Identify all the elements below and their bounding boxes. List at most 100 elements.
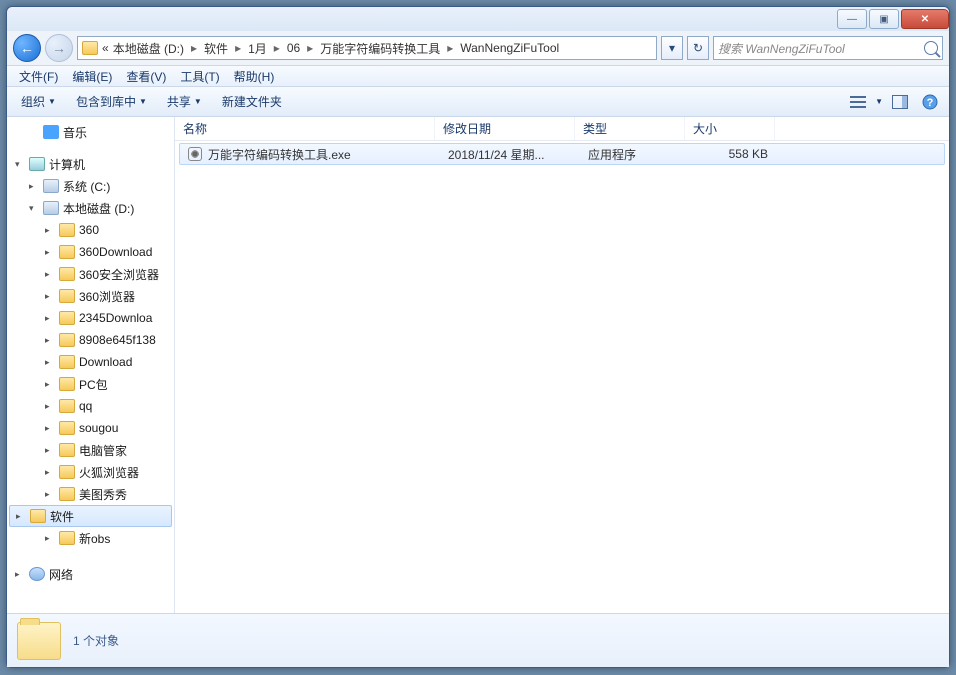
tree-item-folder[interactable]: ▸电脑管家 [7,439,174,461]
folder-icon [59,443,75,457]
tree-item-folder[interactable]: ▸sougou [7,417,174,439]
title-bar: — ▣ ✕ [7,7,949,31]
address-bar[interactable]: « 本地磁盘 (D:) ▸ 软件 ▸ 1月 ▸ 06 ▸ 万能字符编码转换工具 ▸ Wan… [77,36,657,60]
search-icon [924,41,938,55]
search-input[interactable]: 搜索 WanNengZiFuTool [713,36,943,60]
file-type-cell: 应用程序 [580,146,690,163]
exe-icon [188,147,202,161]
folder-icon [59,333,75,347]
folder-icon [59,465,75,479]
file-row[interactable]: 万能字符编码转换工具.exe 2018/11/24 星期... 应用程序 558… [179,143,945,165]
tree-item-folder[interactable]: ▸Download [7,351,174,373]
chevron-down-icon: ▼ [194,97,202,106]
breadcrumb-item[interactable]: 软件 [204,40,228,57]
tree-item-folder[interactable]: ▸2345Downloa [7,307,174,329]
menu-tools[interactable]: 工具(T) [174,66,225,87]
file-name-cell: 万能字符编码转换工具.exe [180,146,440,163]
item-count-label: 1 个对象 [73,632,119,649]
chevron-right-icon: ▸ [188,41,200,55]
back-button[interactable]: ← [13,34,41,62]
include-in-library-button[interactable]: 包含到库中▼ [68,90,155,113]
tree-item-folder[interactable]: ▸8908e645f138 [7,329,174,351]
folder-icon [82,41,98,55]
menu-view[interactable]: 查看(V) [120,66,172,87]
drive-icon [43,179,59,193]
minimize-button[interactable]: — [837,9,867,29]
folder-icon [59,267,75,281]
command-bar: 组织▼ 包含到库中▼ 共享▼ 新建文件夹 ▼ ? [7,87,949,117]
column-headers: 名称 修改日期 类型 大小 [175,117,949,141]
tree-item-folder[interactable]: ▸qq [7,395,174,417]
tree-item-folder[interactable]: ▸新obs [7,527,174,549]
tree-item-music[interactable]: 音乐 [7,121,174,143]
tree-item-folder[interactable]: ▸360Download [7,241,174,263]
explorer-window: — ▣ ✕ ← → « 本地磁盘 (D:) ▸ 软件 ▸ 1月 ▸ 06 ▸ 万能字符编… [6,6,950,668]
chevron-down-icon: ▼ [48,97,56,106]
folder-icon [59,487,75,501]
refresh-button[interactable]: ↻ [687,36,709,60]
folder-icon [59,421,75,435]
tree-item-drive-d[interactable]: ▾本地磁盘 (D:) [7,197,174,219]
folder-icon [59,245,75,259]
menu-edit[interactable]: 编辑(E) [66,66,118,87]
tree-item-network[interactable]: ▸网络 [7,563,174,585]
content-area: 音乐 ▾计算机 ▸系统 (C:) ▾本地磁盘 (D:) ▸360 ▸360Dow… [7,117,949,613]
folder-icon [59,355,75,369]
tree-item-folder[interactable]: ▸360浏览器 [7,285,174,307]
breadcrumb-item[interactable]: WanNengZiFuTool [460,41,559,55]
chevron-down-icon: ▼ [139,97,147,106]
chevron-right-icon: ▸ [444,41,456,55]
chevron-down-icon[interactable]: ▼ [875,97,883,106]
computer-icon [29,157,45,171]
menu-file[interactable]: 文件(F) [13,66,64,87]
folder-icon [59,311,75,325]
breadcrumb-item[interactable]: 本地磁盘 (D:) [113,40,184,57]
folder-icon [59,531,75,545]
folder-icon [59,223,75,237]
breadcrumb-prefix: « [102,41,109,55]
tree-item-folder-selected[interactable]: ▸软件 [9,505,172,527]
column-name[interactable]: 名称 [175,117,435,140]
new-folder-button[interactable]: 新建文件夹 [214,90,290,113]
breadcrumb-item[interactable]: 1月 [248,40,267,57]
chevron-right-icon: ▸ [232,41,244,55]
window-controls: — ▣ ✕ [835,9,949,29]
column-type[interactable]: 类型 [575,117,685,140]
help-button[interactable]: ? [917,91,943,113]
svg-text:?: ? [927,97,934,109]
address-dropdown-button[interactable]: ▾ [661,36,683,60]
menu-help[interactable]: 帮助(H) [228,66,281,87]
file-size-cell: 558 KB [690,147,780,161]
column-size[interactable]: 大小 [685,117,775,140]
organize-button[interactable]: 组织▼ [13,90,64,113]
column-date[interactable]: 修改日期 [435,117,575,140]
details-pane: 1 个对象 [7,613,949,667]
breadcrumb-item[interactable]: 万能字符编码转换工具 [320,40,440,57]
navigation-bar: ← → « 本地磁盘 (D:) ▸ 软件 ▸ 1月 ▸ 06 ▸ 万能字符编码转换工具 ▸… [7,31,949,65]
tree-item-folder[interactable]: ▸360安全浏览器 [7,263,174,285]
tree-item-computer[interactable]: ▾计算机 [7,153,174,175]
search-placeholder: 搜索 WanNengZiFuTool [718,40,845,57]
folder-icon [30,509,46,523]
navigation-pane: 音乐 ▾计算机 ▸系统 (C:) ▾本地磁盘 (D:) ▸360 ▸360Dow… [7,117,175,613]
breadcrumb-item[interactable]: 06 [287,41,300,55]
maximize-button[interactable]: ▣ [869,9,899,29]
folder-icon [59,289,75,303]
view-options-button[interactable] [845,91,871,113]
tree-item-folder[interactable]: ▸360 [7,219,174,241]
preview-pane-button[interactable] [887,91,913,113]
tree-item-folder[interactable]: ▸美图秀秀 [7,483,174,505]
drive-icon [43,201,59,215]
folder-icon [59,377,75,391]
file-list-pane: 名称 修改日期 类型 大小 万能字符编码转换工具.exe 2018/11/24 … [175,117,949,613]
tree-item-folder[interactable]: ▸PC包 [7,373,174,395]
tree-item-drive-c[interactable]: ▸系统 (C:) [7,175,174,197]
network-icon [29,567,45,581]
folder-large-icon [17,622,61,660]
forward-button[interactable]: → [45,34,73,62]
share-button[interactable]: 共享▼ [159,90,210,113]
close-button[interactable]: ✕ [901,9,949,29]
tree-item-folder[interactable]: ▸火狐浏览器 [7,461,174,483]
chevron-right-icon: ▸ [304,41,316,55]
chevron-right-icon: ▸ [271,41,283,55]
